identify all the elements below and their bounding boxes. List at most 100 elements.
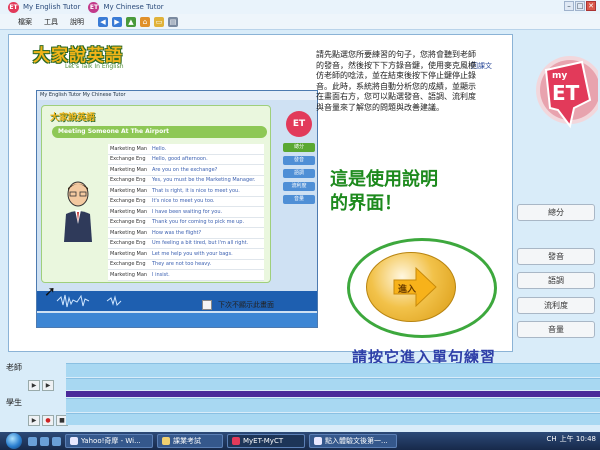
task-exam[interactable]: 課業考試 (157, 434, 223, 448)
teacher-label: 老師 (6, 363, 22, 372)
demo-content: 大家說英語 Meeting Someone At The Airport Mar… (41, 105, 271, 283)
dialogue-line: Marketing Man I have been waiting for you… (108, 207, 264, 218)
dialogue-text: Let me help you with your bags. (152, 250, 233, 257)
folder-icon[interactable]: ▭ (154, 16, 164, 27)
menu-help[interactable]: 說明 (70, 17, 84, 27)
home-icon[interactable]: ⌂ (140, 16, 150, 27)
browser-icon (314, 437, 322, 445)
pronunciation-button[interactable]: 發音 (517, 248, 595, 265)
dialogue-text: Yes, you must be the Marketing Manager. (152, 177, 256, 184)
dialogue-line: Marketing Man Are you on the exchange? (108, 165, 264, 176)
brand-subtitle: Let's Talk In English (65, 63, 124, 70)
dialogue-speaker: Exchange Eng (110, 156, 146, 163)
myet-logo-icon: my ET (536, 56, 598, 129)
task-label: Yahoo!奇摩 - Wi... (81, 437, 141, 445)
forward-icon[interactable]: ▶ (112, 16, 122, 27)
system-tray: CH 上午 10:48 (546, 434, 596, 444)
dialogue-text: How was the flight? (152, 229, 202, 236)
dialogue-speaker: Marketing Man (110, 145, 148, 152)
demo-score-volume: 音量 (283, 195, 315, 204)
tab-my-chinese-tutor[interactable]: ET My Chinese Tutor (88, 1, 164, 13)
start-button[interactable] (6, 433, 22, 449)
quick-launch-icon[interactable] (28, 436, 37, 446)
print-icon[interactable]: ▤ (168, 16, 178, 27)
clock: 上午 10:48 (559, 435, 596, 443)
svg-text:ET: ET (552, 81, 580, 105)
dialogue-speaker: Exchange Eng (110, 240, 146, 247)
myet-task-icon (232, 437, 240, 445)
dialogue-text: I have been waiting for you. (152, 208, 223, 215)
student-play-button[interactable]: ▶ (28, 415, 40, 426)
language-indicator[interactable]: CH (546, 435, 556, 443)
back-icon[interactable]: ◀ (98, 16, 108, 27)
demo-screenshot: My English Tutor My Chinese Tutor 大家說英語 … (36, 90, 318, 328)
task-label: 點入體驗文後第一... (325, 437, 388, 445)
tab-label: My Chinese Tutor (103, 3, 164, 11)
teacher-play-segment-button[interactable]: ▶ (42, 380, 54, 391)
minimize-button[interactable]: – (564, 1, 574, 11)
dialogue-speaker: Exchange Eng (110, 219, 146, 226)
dialogue-line: Exchange Eng Hello, good afternoon. (108, 154, 264, 165)
intonation-button[interactable]: 語調 (517, 272, 595, 289)
dont-show-label: 下次不顯示此畫面 (218, 301, 274, 309)
up-icon[interactable]: ▲ (126, 16, 136, 27)
usage-caption: 這是使用說明 的界面！ (330, 168, 438, 216)
quick-launch-icon[interactable] (40, 436, 49, 446)
close-button[interactable]: ✕ (586, 1, 596, 11)
dialogue-line: Exchange Eng It's nice to meet you too. (108, 196, 264, 207)
dialogue-line: Exchange Eng Um feeling a bit tired, but … (108, 238, 264, 249)
dialogue-speaker: Marketing Man (110, 250, 148, 257)
demo-score-panel: ET 總分 發音 語調 流利度 音量 (283, 105, 315, 208)
myct-logo-icon: ET (88, 1, 100, 13)
demo-dialogue-list: Marketing Man Hello. Exchange Eng Hello, go… (108, 144, 264, 281)
browser-icon (70, 437, 78, 445)
fluency-button[interactable]: 流利度 (517, 297, 595, 314)
dialogue-line: Exchange Eng Thank you for coming to pick… (108, 217, 264, 228)
dialogue-speaker: Marketing Man (110, 166, 148, 173)
myet-logo-icon: ET (8, 1, 19, 13)
record-button[interactable]: ● (42, 415, 54, 426)
task-label: MyET-MyCT (243, 437, 284, 445)
student-label: 學生 (6, 398, 22, 407)
teacher-play-button[interactable]: ▶ (28, 380, 40, 391)
demo-window-title: My English Tutor My Chinese Tutor (37, 91, 317, 100)
tab-label: My English Tutor (23, 3, 81, 11)
maximize-button[interactable]: □ (575, 1, 585, 11)
teacher-track[interactable] (66, 363, 600, 377)
caption-line-2: 的界面！ (330, 193, 402, 214)
demo-et-logo: ET (286, 111, 312, 137)
tab-my-english-tutor[interactable]: ET My English Tutor (8, 1, 81, 13)
title-bar: ET My English Tutor ET My Chinese Tutor … (0, 0, 600, 14)
dialogue-text: It's nice to meet you too. (152, 198, 215, 205)
dialogue-line: Marketing Man That is right, it is nice t… (108, 186, 264, 197)
demo-score-total: 總分 (283, 143, 315, 152)
student-track-lower (66, 413, 600, 425)
task-myet[interactable]: MyET-MyCT (227, 434, 305, 448)
taskbar: Yahoo!奇摩 - Wi... 課業考試 MyET-MyCT 點入體驗文後第一… (0, 432, 600, 450)
dont-show-checkbox[interactable] (202, 300, 212, 310)
student-track[interactable] (66, 398, 600, 412)
quick-launch-icon[interactable] (52, 436, 61, 446)
dialogue-line: Marketing Man How was the flight? (108, 228, 264, 239)
enter-label: 進入 (398, 285, 417, 295)
task-blog[interactable]: 點入體驗文後第一... (309, 434, 397, 448)
dialogue-line: Exchange Eng Yes, you must be the Marketi… (108, 175, 264, 186)
dialogue-speaker: Marketing Man (110, 208, 148, 215)
menu-tools[interactable]: 工具 (44, 17, 58, 27)
menu-file[interactable]: 檔案 (18, 17, 32, 27)
dialogue-text: They are not too heavy. (152, 261, 212, 268)
dialogue-line: Marketing Man I insist. (108, 270, 264, 281)
dont-show-again-option[interactable]: 下次不顯示此畫面 (202, 300, 274, 310)
teacher-track-lower (66, 378, 600, 390)
volume-button[interactable]: 音量 (517, 321, 595, 338)
dialogue-speaker: Exchange Eng (110, 177, 146, 184)
quick-launch (28, 436, 61, 446)
dialogue-text: Hello. (152, 145, 167, 152)
score-total-button[interactable]: 總分 (517, 204, 595, 221)
menu-bar: 檔案 工具 說明 ◀ ▶ ▲ ⌂ ▭ ▤ (0, 14, 600, 30)
demo-student-track (37, 313, 317, 327)
task-yahoo[interactable]: Yahoo!奇摩 - Wi... (65, 434, 153, 448)
track-divider (66, 391, 600, 397)
dialogue-speaker: Marketing Man (110, 229, 148, 236)
dialogue-text: Are you on the exchange? (152, 166, 218, 173)
